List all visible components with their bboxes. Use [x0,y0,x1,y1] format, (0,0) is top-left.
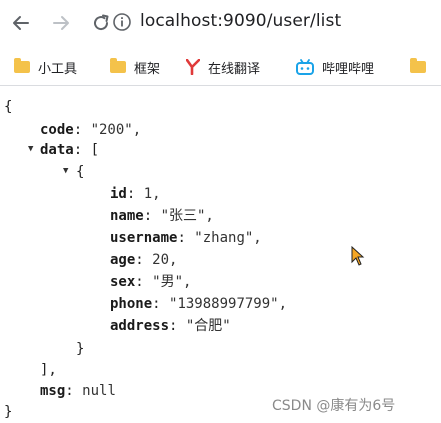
bookmark-bilibili[interactable]: 哔哩哔哩 [296,48,374,86]
site-info-icon[interactable] [112,12,132,32]
folder-icon [410,58,426,73]
json-colon: : [143,208,161,224]
json-key: data [40,142,74,158]
collapse-triangle-icon[interactable]: ▼ [63,166,68,176]
json-object-close: } [76,341,85,357]
back-button[interactable] [8,10,34,36]
json-colon: : [126,186,144,202]
json-key: sex [110,274,136,290]
json-value: "zhang", [194,230,262,246]
json-value: "13988997799", [169,296,288,312]
json-colon: : [65,383,83,399]
folder-icon [14,58,30,73]
json-row-phone: phone: "13988997799", [110,295,287,313]
json-viewer: { code: "200", ▼ data: [ ▼ { id: 1, name… [0,86,441,423]
bilibili-icon [296,59,314,75]
json-value: "200", [90,122,142,138]
reload-icon [94,14,109,31]
json-colon: : [169,318,186,334]
json-key: id [110,186,127,202]
json-row-username: username: "zhang", [110,229,262,247]
bookmark-frameworks[interactable]: 框架 [110,48,160,86]
json-key: age [110,252,136,268]
json-key: name [110,208,144,224]
json-colon: : [135,274,153,290]
bookmark-tools[interactable]: 小工具 [14,48,77,86]
json-close-brace: } [4,404,13,420]
json-value: 20, [152,252,178,268]
bookmarks-bar: 小工具 框架 在线翻译 哔哩哔哩 [0,48,441,86]
json-key: username [110,230,178,246]
bookmark-label: 小工具 [38,61,78,77]
json-bracket: [ [90,142,100,158]
browser-toolbar: localhost:9090/user/list [0,0,441,48]
youdao-icon [186,59,200,75]
json-colon: : [152,296,170,312]
bookmark-label: 哔哩哔哩 [322,61,375,77]
json-row-id: id: 1, [110,185,161,203]
bookmark-label: 框架 [134,61,161,77]
json-row-code: code: "200", [40,121,141,139]
forward-arrow-icon [53,16,69,30]
json-value: "合肥" [185,318,231,334]
collapse-triangle-icon[interactable]: ▼ [28,144,33,154]
json-value: 1, [143,186,161,202]
json-row-msg: msg: null [40,382,116,400]
json-open-brace: { [4,99,13,115]
bookmark-label: 在线翻译 [208,61,261,77]
json-value: "男", [152,274,192,290]
json-row-age: age: 20, [110,251,177,269]
json-colon: : [73,142,91,158]
json-key: phone [110,296,153,312]
bookmark-overflow[interactable] [410,48,426,86]
reload-button[interactable] [88,10,114,36]
folder-icon [110,58,126,73]
json-colon: : [73,122,91,138]
json-row-name: name: "张三", [110,207,214,225]
address-bar[interactable]: localhost:9090/user/list [140,11,341,31]
back-arrow-icon [13,16,29,30]
forward-button[interactable] [48,10,74,36]
json-row-sex: sex: "男", [110,273,191,291]
json-key: code [40,122,74,138]
json-value: "张三", [160,208,214,224]
bookmark-translate[interactable]: 在线翻译 [186,48,260,86]
csdn-watermark: CSDN @康有为6号 [272,398,396,414]
json-key: msg [40,383,66,399]
json-object-open: { [76,164,85,180]
json-value: null [82,383,116,399]
json-key: address [110,318,170,334]
json-array-close: ], [40,362,57,378]
json-row-data: data: [ [40,141,99,159]
mouse-cursor-icon [351,246,365,266]
json-colon: : [135,252,153,268]
json-colon: : [177,230,195,246]
json-row-address: address: "合肥" [110,317,231,335]
